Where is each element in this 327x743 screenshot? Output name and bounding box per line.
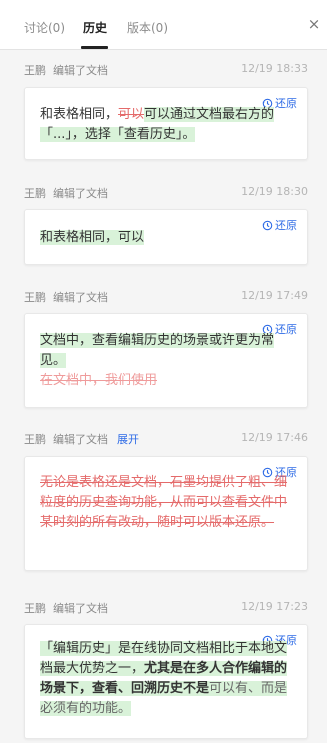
panel-tabbar: 讨论(0) 历史 版本(0) × <box>0 0 327 50</box>
action-text: 编辑了文档 <box>53 602 108 615</box>
inserted-text: 和表格相同，可以 <box>40 230 145 245</box>
author-name: 王鹏 <box>24 64 46 77</box>
history-entry-header: 王鹏 编辑了文档 12/19 18:33 <box>24 62 308 78</box>
history-card: 还原 文档中，查看编辑历史的场景或许更为常见。 在文档中，我们使用 <box>24 313 308 408</box>
tab-versions[interactable]: 版本(0) <box>127 19 168 36</box>
close-icon[interactable]: × <box>305 15 323 33</box>
deleted-text: 在文档中，我们使用 <box>40 373 158 388</box>
unchanged-text: 和表格相同， <box>40 107 119 122</box>
action-text: 编辑了文档 <box>53 64 108 77</box>
history-entry-header: 王鹏 编辑了文档 12/19 17:23 <box>24 600 308 616</box>
action-text: 编辑了文档 <box>53 291 108 304</box>
timestamp: 12/19 17:23 <box>241 600 308 613</box>
history-entry-header: 王鹏 编辑了文档 展开 12/19 17:46 <box>24 431 308 447</box>
history-card: 还原 无论是表格还是文档，石墨均提供了粗、细粒度的历史查询功能，从而可以查看文件… <box>24 456 308 571</box>
inserted-text: 文档中，查看编辑历史的场景或许更为常见。 <box>40 333 275 368</box>
action-text: 编辑了文档 <box>53 433 108 446</box>
diff-content: 无论是表格还是文档，石墨均提供了粗、细粒度的历史查询功能，从而可以查看文件中某时… <box>40 473 293 533</box>
tab-history[interactable]: 历史 <box>83 19 107 36</box>
expand-link[interactable]: 展开 <box>117 431 139 447</box>
history-card: 还原 「编辑历史」是在线协同文档相比于本地文档最大优势之一，尤其是在多人合作编辑… <box>24 624 308 739</box>
deleted-text: 可以 <box>118 107 145 122</box>
diff-content: 和表格相同，可以 <box>40 228 293 248</box>
history-entry-header: 王鹏 编辑了文档 12/19 17:49 <box>24 289 308 305</box>
action-text: 编辑了文档 <box>53 187 108 200</box>
deleted-text: 无论是表格还是文档，石墨均提供了粗、细粒度的历史查询功能，从而可以查看文件中某时… <box>40 475 288 530</box>
timestamp: 12/19 17:49 <box>241 289 308 302</box>
author-name: 王鹏 <box>24 433 46 446</box>
diff-content: 「编辑历史」是在线协同文档相比于本地文档最大优势之一，尤其是在多人合作编辑的场景… <box>40 639 293 719</box>
history-entry-header: 王鹏 编辑了文档 12/19 18:30 <box>24 185 308 201</box>
history-card: 还原 和表格相同，可以可以通过文档最右方的「...」，选择「查看历史」。 <box>24 87 308 160</box>
author-name: 王鹏 <box>24 602 46 615</box>
history-card: 还原 和表格相同，可以 <box>24 209 308 265</box>
diff-content: 文档中，查看编辑历史的场景或许更为常见。 在文档中，我们使用 <box>40 331 293 391</box>
diff-content: 和表格相同，可以可以通过文档最右方的「...」，选择「查看历史」。 <box>40 105 293 145</box>
author-name: 王鹏 <box>24 187 46 200</box>
author-name: 王鹏 <box>24 291 46 304</box>
timestamp: 12/19 18:33 <box>241 62 308 75</box>
tab-discussion[interactable]: 讨论(0) <box>24 19 65 36</box>
active-tab-indicator <box>81 46 108 49</box>
timestamp: 12/19 18:30 <box>241 185 308 198</box>
timestamp: 12/19 17:46 <box>241 431 308 444</box>
